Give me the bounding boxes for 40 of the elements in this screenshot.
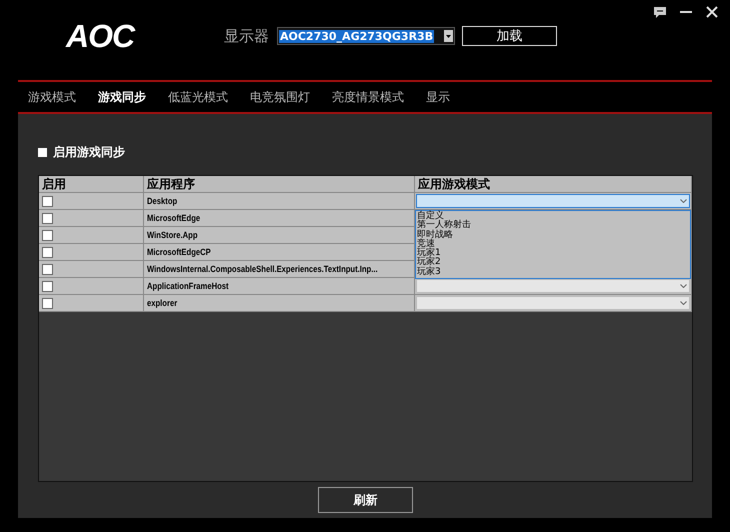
checkbox[interactable] bbox=[42, 230, 53, 240]
table-cell: MicrosoftEdge bbox=[147, 213, 200, 223]
caret-icon bbox=[444, 30, 453, 42]
close-icon[interactable] bbox=[706, 6, 718, 18]
column-header: 应用程序 bbox=[144, 176, 415, 193]
dropdown-option[interactable]: 即时战略 bbox=[417, 230, 689, 240]
table-cell: MicrosoftEdgeCP bbox=[147, 247, 211, 257]
checkbox[interactable] bbox=[42, 246, 53, 258]
dropdown-option[interactable]: 玩家3 bbox=[417, 268, 689, 278]
monitor-dropdown[interactable]: AOC2730_AG273QG3R3B bbox=[277, 27, 455, 45]
tab[interactable]: 游戏模式 bbox=[28, 88, 76, 106]
table-cell: WinStore.App bbox=[147, 230, 198, 240]
checkbox[interactable] bbox=[42, 298, 53, 308]
monitor-label: 显示器 bbox=[224, 26, 269, 46]
tab[interactable]: 亮度情景模式 bbox=[332, 88, 404, 106]
tab[interactable]: 电竞氛围灯 bbox=[250, 88, 310, 106]
table-cell: explorer bbox=[147, 298, 178, 308]
checkbox[interactable] bbox=[42, 264, 53, 274]
tab[interactable]: 低蓝光模式 bbox=[168, 88, 228, 106]
load-button[interactable]: 加载 bbox=[462, 26, 557, 46]
checkbox[interactable] bbox=[38, 148, 47, 157]
table-cell: Desktop bbox=[147, 196, 178, 206]
refresh-button[interactable]: 刷新 bbox=[318, 487, 413, 513]
tab[interactable]: 显示 bbox=[426, 88, 450, 106]
column-header: 应用游戏模式 bbox=[415, 176, 692, 193]
dropdown-option[interactable]: 第一人称射击 bbox=[417, 221, 689, 231]
chevron-icon bbox=[680, 284, 687, 288]
logo: AOC bbox=[66, 18, 136, 54]
column-header: 启用 bbox=[39, 176, 144, 193]
dropdown-option[interactable]: 玩家2 bbox=[417, 258, 689, 268]
chevron-icon bbox=[680, 301, 687, 305]
table-cell: ApplicationFrameHost bbox=[147, 281, 229, 291]
checkbox[interactable] bbox=[42, 212, 53, 224]
checkbox[interactable] bbox=[42, 196, 53, 206]
checkbox[interactable] bbox=[42, 280, 53, 292]
table-cell: WindowsInternal.ComposableShell.Experiences.TextInput.Inp... bbox=[147, 264, 378, 274]
chevron-icon bbox=[680, 199, 687, 203]
checkbox-label: 启用游戏同步 bbox=[53, 144, 125, 161]
tab[interactable]: 游戏同步 bbox=[98, 88, 146, 106]
chat-icon[interactable] bbox=[654, 6, 666, 18]
